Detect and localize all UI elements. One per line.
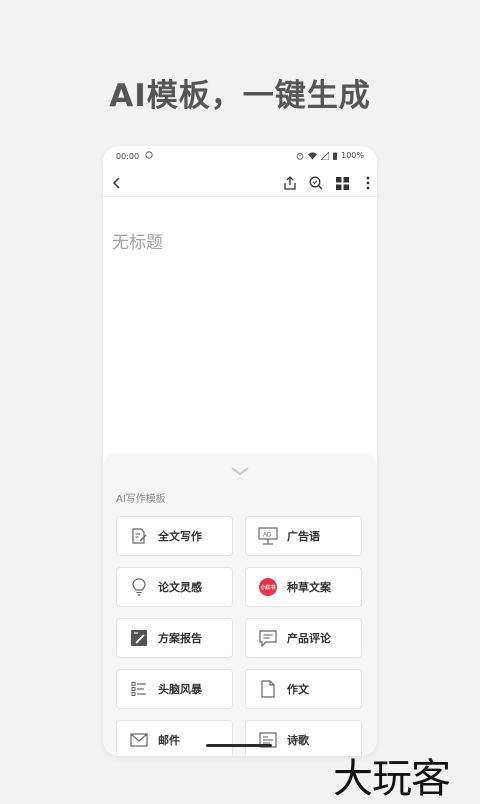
search-button[interactable] xyxy=(307,174,325,192)
template-label: 产品评论 xyxy=(287,632,331,645)
battery-level: 100% xyxy=(341,151,364,160)
template-seeding-copy[interactable]: 小红书 种草文案 xyxy=(245,567,362,607)
template-label: 论文灵感 xyxy=(158,581,202,594)
battery-icon xyxy=(333,152,338,160)
layout-button[interactable] xyxy=(333,174,351,192)
section-label: AI写作模板 xyxy=(116,494,166,505)
badge-text: 小红书 xyxy=(259,578,277,596)
signal-icon xyxy=(321,151,330,160)
template-label: 作文 xyxy=(287,683,309,696)
template-label: 全文写作 xyxy=(158,530,202,543)
ad-board-icon: AD xyxy=(258,526,278,546)
template-slogan[interactable]: AD 广告语 xyxy=(245,516,362,556)
comment-icon xyxy=(258,628,278,648)
edit-document-icon xyxy=(129,526,149,546)
template-product-review[interactable]: 产品评论 xyxy=(245,618,362,658)
template-label: 诗歌 xyxy=(287,734,309,747)
file-icon xyxy=(258,679,278,699)
chevron-left-icon xyxy=(112,177,120,189)
template-plan-report[interactable]: 方案报告 xyxy=(116,618,233,658)
promo-headline: AI模板，一键生成 xyxy=(109,78,371,114)
template-label: 方案报告 xyxy=(158,632,202,645)
template-paper-ideas[interactable]: 论文灵感 xyxy=(116,567,233,607)
search-icon xyxy=(309,176,323,190)
svg-text:AD: AD xyxy=(263,533,272,539)
document-title-input[interactable]: 无标题 xyxy=(112,228,163,253)
share-button[interactable] xyxy=(281,174,299,192)
template-full-writing[interactable]: 全文写作 xyxy=(116,516,233,556)
whatsapp-icon xyxy=(145,151,153,159)
alarm-icon xyxy=(296,152,304,160)
template-label: 邮件 xyxy=(158,734,180,747)
status-bar: 00:00 100% xyxy=(103,146,377,166)
template-brainstorm[interactable]: 头脑风暴 xyxy=(116,669,233,709)
poem-icon xyxy=(258,730,278,750)
grid-icon xyxy=(335,176,349,190)
brainstorm-list-icon xyxy=(129,679,149,699)
template-label: 广告语 xyxy=(287,530,320,543)
lightbulb-icon xyxy=(129,577,149,597)
template-email[interactable]: 邮件 xyxy=(116,720,233,756)
more-vertical-icon xyxy=(366,176,370,190)
phone-frame: 00:00 100% 无标题 AI写作模板 全文写作 AD 广告语 论文灵感 小… xyxy=(103,146,377,756)
watermark-logo: 大玩客 xyxy=(333,756,451,802)
xiaohongshu-badge-icon: 小红书 xyxy=(258,577,278,597)
toolbar-divider xyxy=(103,196,377,197)
template-essay[interactable]: 作文 xyxy=(245,669,362,709)
share-icon xyxy=(284,176,296,190)
report-icon xyxy=(129,628,149,648)
back-button[interactable] xyxy=(108,174,126,192)
template-label: 头脑风暴 xyxy=(158,683,202,696)
template-label: 种草文案 xyxy=(287,581,331,594)
ai-template-sheet: AI写作模板 全文写作 AD 广告语 论文灵感 小红书 种草文案 方案报告 产品… xyxy=(103,454,377,756)
more-button[interactable] xyxy=(359,174,377,192)
wifi-icon xyxy=(308,151,318,160)
mail-icon xyxy=(129,730,149,750)
status-time: 00:00 xyxy=(116,152,140,161)
editor-toolbar xyxy=(103,170,377,196)
gesture-nav-bar[interactable] xyxy=(206,744,272,747)
collapse-chevron-icon[interactable] xyxy=(231,466,249,476)
